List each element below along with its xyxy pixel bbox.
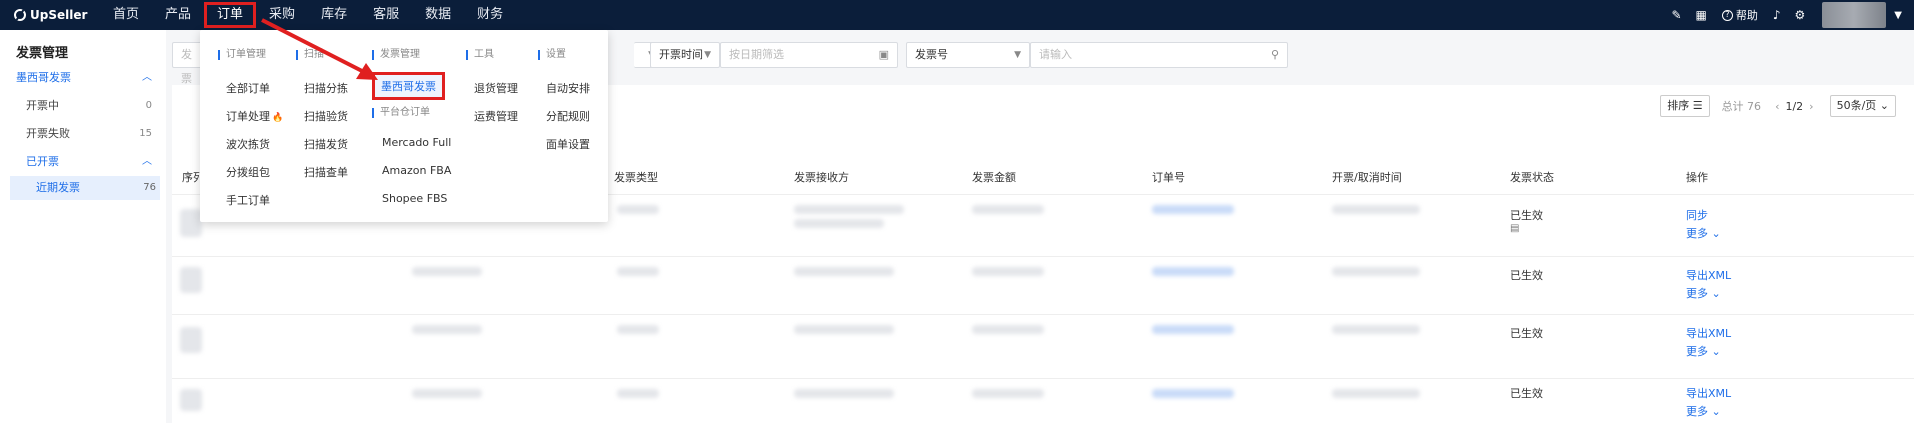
sidebar-item-recent-invoices[interactable]: 近期发票 76: [10, 176, 160, 200]
chevron-down-icon: ▼: [704, 50, 711, 60]
menu-item-mercado-full[interactable]: Mercado Full: [382, 136, 451, 149]
invoice-filter-select[interactable]: 发票: [172, 42, 202, 85]
col-actions: 操作: [1686, 171, 1708, 184]
menu-item-packing[interactable]: 分拨组包: [226, 164, 270, 180]
table-row: 已生效 导出XML 更多 ⌄: [172, 379, 1914, 423]
date-range-input[interactable]: 按日期筛选 ▣: [720, 42, 898, 68]
top-nav-bar: UpSeller 首页 产品 订单 采购 库存 客服 数据 财务 ✎ ▦ ? 帮…: [0, 0, 1914, 30]
menu-item-allocation-rules[interactable]: 分配规则: [546, 108, 590, 124]
more-menu[interactable]: 更多 ⌄: [1686, 225, 1721, 241]
menu-item-amazon-fba[interactable]: Amazon FBA: [382, 164, 451, 177]
chevron-down-icon[interactable]: ▼: [1894, 10, 1902, 21]
nav-finance[interactable]: 财务: [464, 0, 516, 30]
next-page-icon[interactable]: ›: [1809, 100, 1813, 113]
export-xml-link[interactable]: 导出XML: [1686, 267, 1731, 283]
table-toolbar: 排序 ☰ 总计 76 ‹ 1/2 › 50条/页 ⌄: [1660, 95, 1896, 117]
sidebar-group-issued[interactable]: 已开票 ︿: [0, 150, 166, 174]
status-badge: 已生效: [1510, 387, 1543, 400]
menu-item-scan-ship[interactable]: 扫描发货: [304, 136, 348, 152]
hot-icon: 🔥: [272, 113, 284, 123]
page-size-select[interactable]: 50条/页 ⌄: [1829, 95, 1896, 117]
menu-item-auto-arrange[interactable]: 自动安排: [546, 80, 590, 96]
status-badge: 已生效: [1510, 327, 1543, 340]
document-icon[interactable]: ▤: [1510, 223, 1519, 234]
sync-link[interactable]: 同步: [1686, 207, 1708, 223]
main-nav: 首页 产品 订单 采购 库存 客服 数据 财务: [100, 0, 516, 30]
calendar-icon: ▣: [878, 48, 889, 61]
menu-section-order-management: 订单管理: [218, 50, 266, 60]
sidebar-title: 发票管理: [16, 46, 69, 61]
search-input[interactable]: 请输入 ⚲: [1030, 42, 1288, 68]
menu-item-scan-lookup[interactable]: 扫描查单: [304, 164, 348, 180]
orders-dropdown-menu: 订单管理 全部订单 订单处理 🔥 波次拣货 分拨组包 手工订单 扫描 扫描分拣 扫…: [200, 30, 608, 222]
col-recipient: 发票接收方: [794, 171, 849, 184]
bell-icon[interactable]: ♪: [1773, 8, 1781, 22]
pagination: ‹ 1/2 ›: [1775, 99, 1814, 113]
sidebar-group-mexico-invoice[interactable]: 墨西哥发票 ︿: [0, 66, 166, 90]
menu-item-label-settings[interactable]: 面单设置: [546, 136, 590, 152]
help-button[interactable]: ? 帮助: [1721, 7, 1758, 23]
export-xml-link[interactable]: 导出XML: [1686, 385, 1731, 401]
menu-item-manual-order[interactable]: 手工订单: [226, 192, 270, 208]
menu-item-mexico-invoice[interactable]: 墨西哥发票: [372, 72, 445, 100]
help-icon: ?: [1721, 9, 1733, 21]
col-amount: 发票金额: [972, 171, 1016, 184]
nav-inventory[interactable]: 库存: [308, 0, 360, 30]
status-badge: 已生效: [1510, 269, 1543, 282]
sidebar-item-failed[interactable]: 开票失败 15: [0, 122, 166, 146]
chevron-up-icon: ︿: [142, 72, 152, 83]
date-type-select[interactable]: 开票时间 ▼: [650, 42, 720, 68]
chevron-up-icon: ︿: [142, 156, 152, 167]
menu-item-scan-sort[interactable]: 扫描分拣: [304, 80, 348, 96]
menu-section-platform-warehouse: 平台仓订单: [372, 108, 430, 118]
menu-section-tools: 工具: [466, 50, 494, 60]
menu-item-scan-inspect[interactable]: 扫描验货: [304, 108, 348, 124]
sort-button[interactable]: 排序 ☰: [1660, 95, 1710, 117]
menu-item-shopee-fbs[interactable]: Shopee FBS: [382, 192, 447, 205]
table-row: 已生效 导出XML 更多 ⌄: [172, 315, 1914, 379]
account-avatar[interactable]: [1822, 2, 1887, 28]
menu-section-settings: 设置: [538, 50, 566, 60]
menu-section-invoice-management: 发票管理: [372, 50, 420, 60]
menu-item-wave-picking[interactable]: 波次拣货: [226, 136, 270, 152]
menu-item-all-orders[interactable]: 全部订单: [226, 80, 270, 96]
more-menu[interactable]: 更多 ⌄: [1686, 343, 1721, 359]
menu-section-scan: 扫描: [296, 50, 324, 60]
col-invoice-type: 发票类型: [614, 171, 658, 184]
nav-purchasing[interactable]: 采购: [256, 0, 308, 30]
col-order-no: 订单号: [1152, 171, 1185, 184]
sidebar-item-invoicing[interactable]: 开票中 0: [0, 94, 166, 118]
prev-page-icon[interactable]: ‹: [1775, 100, 1779, 113]
more-menu[interactable]: 更多 ⌄: [1686, 403, 1721, 419]
col-time: 开票/取消时间: [1332, 171, 1402, 184]
nav-products[interactable]: 产品: [152, 0, 204, 30]
col-status: 发票状态: [1510, 171, 1554, 184]
nav-home[interactable]: 首页: [100, 0, 152, 30]
status-badge: 已生效: [1510, 209, 1543, 222]
nav-data[interactable]: 数据: [412, 0, 464, 30]
sidebar: 发票管理 墨西哥发票 ︿ 开票中 0 开票失败 15 已开票 ︿ 近期发票 76: [0, 30, 166, 423]
search-icon: ⚲: [1270, 48, 1279, 61]
export-xml-link[interactable]: 导出XML: [1686, 325, 1731, 341]
total-count: 总计 76: [1721, 100, 1762, 113]
more-menu[interactable]: 更多 ⌄: [1686, 285, 1721, 301]
menu-item-shipping-fee[interactable]: 运费管理: [474, 108, 518, 124]
logo-icon: [14, 9, 26, 21]
gear-icon[interactable]: ⚙: [1795, 8, 1806, 22]
nav-customer-service[interactable]: 客服: [360, 0, 412, 30]
field-type-select[interactable]: 发票号 ▼: [906, 42, 1030, 68]
chevron-down-icon: ▼: [1014, 50, 1021, 60]
table-row: 已生效 导出XML 更多 ⌄: [172, 257, 1914, 315]
tools-icon[interactable]: ✎: [1671, 8, 1681, 22]
apps-grid-icon[interactable]: ▦: [1696, 8, 1707, 22]
menu-item-returns[interactable]: 退货管理: [474, 80, 518, 96]
nav-orders[interactable]: 订单: [204, 2, 257, 28]
upseller-logo[interactable]: UpSeller: [14, 8, 100, 22]
menu-item-order-processing[interactable]: 订单处理 🔥: [226, 108, 283, 124]
